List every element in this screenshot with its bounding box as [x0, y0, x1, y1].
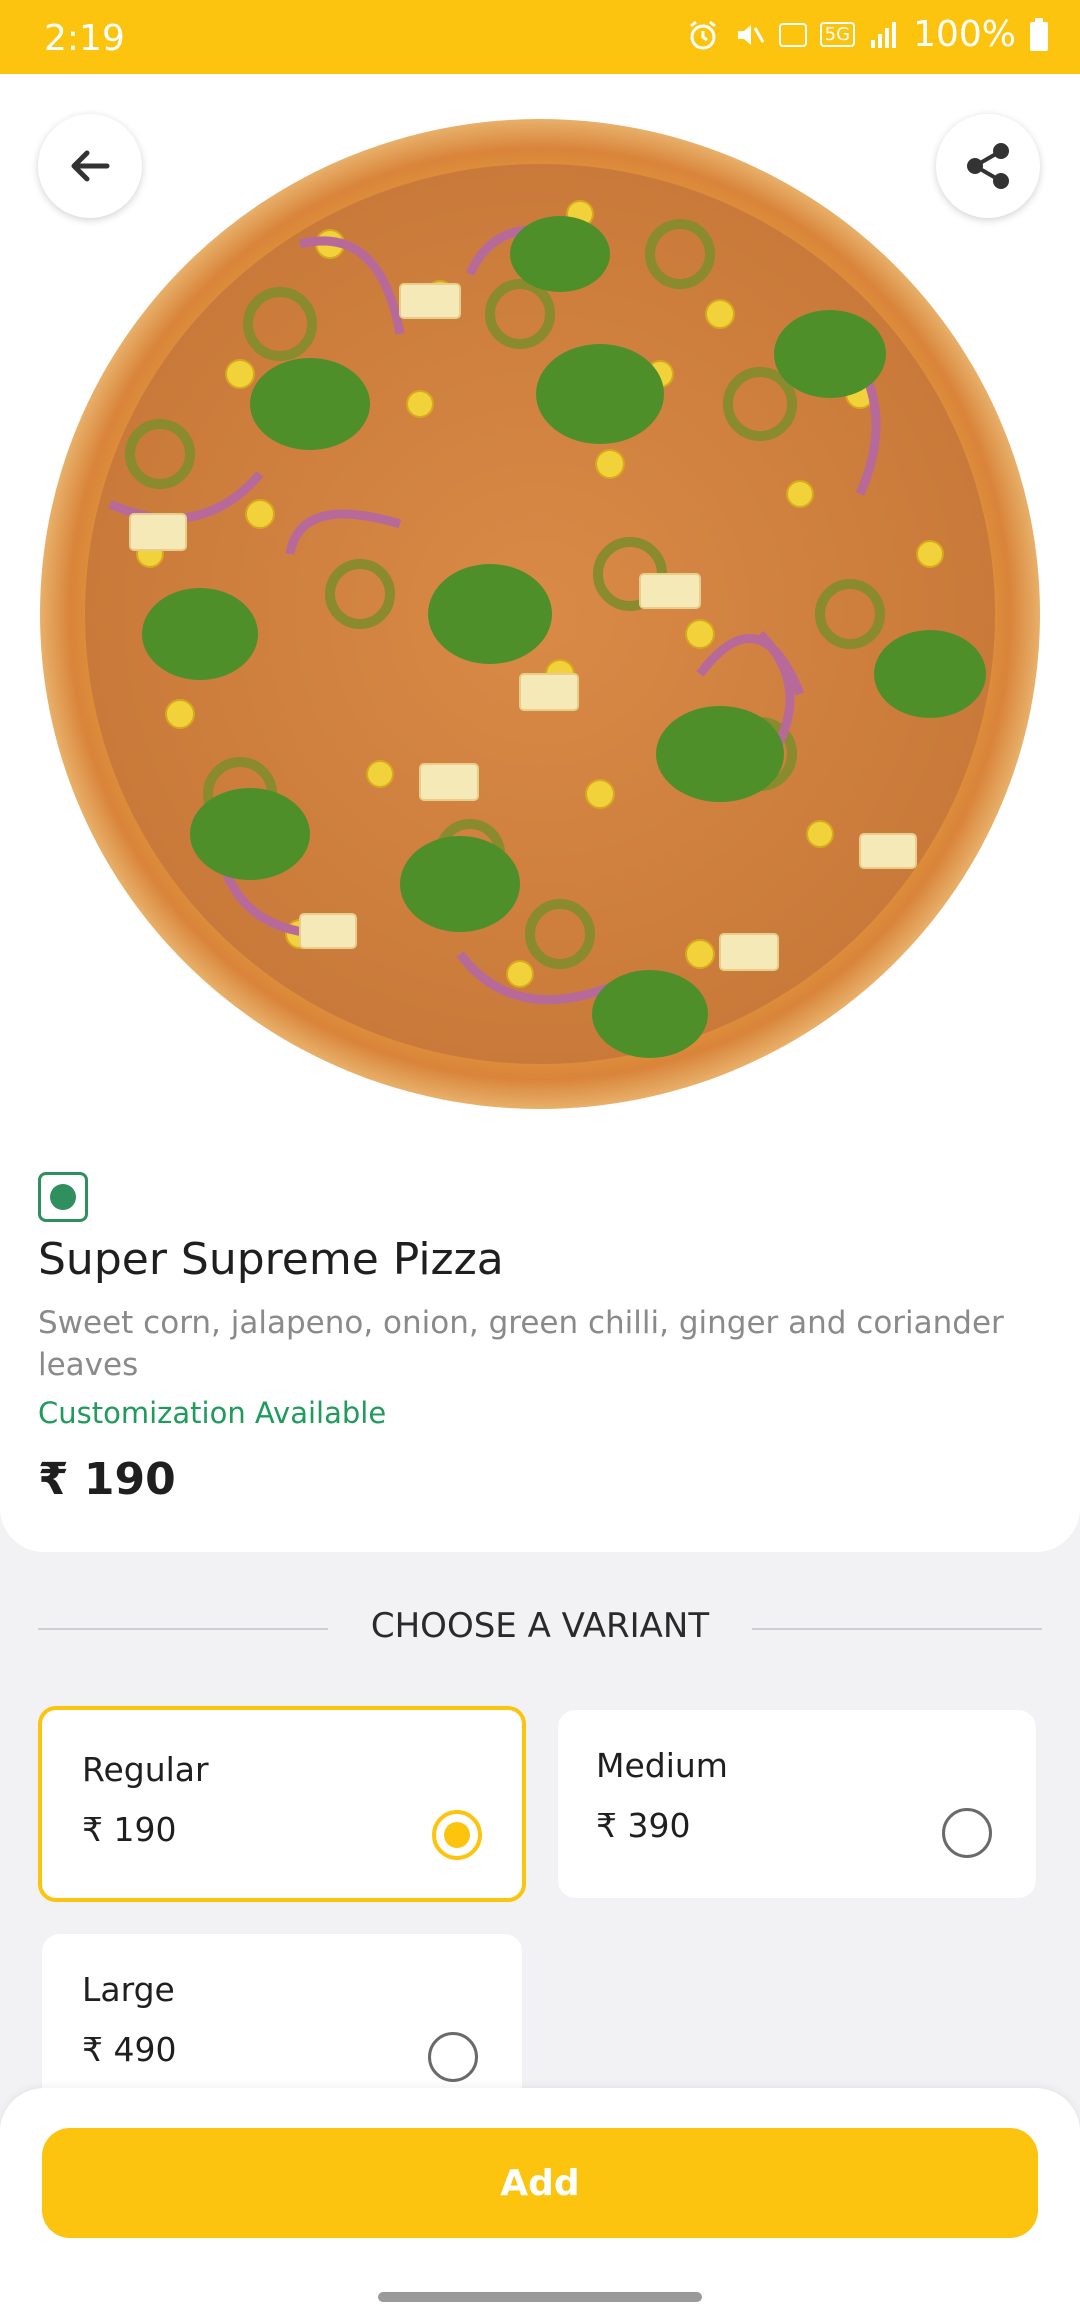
share-icon: [967, 143, 1009, 189]
product-price: ₹ 190: [38, 1454, 176, 1505]
variant-regular[interactable]: Regular ₹ 190: [38, 1706, 526, 1902]
arrow-left-icon: [71, 150, 110, 182]
pizza-image: [40, 119, 1040, 1109]
variant-radio-regular[interactable]: [432, 1810, 482, 1860]
home-indicator[interactable]: [378, 2292, 702, 2302]
signal-icon: [871, 21, 897, 48]
battery-icon: [1030, 17, 1048, 51]
status-bar: 2:19 5G 100%: [0, 0, 1080, 74]
variant-name: Medium: [596, 1746, 728, 1785]
status-time: 2:19: [44, 18, 125, 59]
product-title: Super Supreme Pizza: [38, 1234, 504, 1285]
battery-level: 100%: [913, 14, 1016, 55]
variant-section-title: CHOOSE A VARIANT: [370, 1606, 710, 1646]
product-description: Sweet corn, jalapeno, onion, green chill…: [38, 1305, 1004, 1383]
variant-radio-large[interactable]: [428, 2032, 478, 2082]
back-button[interactable]: [38, 114, 142, 218]
status-icons: 5G 100%: [686, 14, 1050, 55]
variant-price: ₹ 390: [596, 1806, 691, 1845]
variant-name: Regular: [82, 1750, 209, 1789]
divider-right: [752, 1628, 1042, 1630]
network-type: 5G: [819, 22, 856, 47]
share-button[interactable]: [936, 114, 1040, 218]
add-button[interactable]: Add: [42, 2128, 1038, 2238]
bottom-action-bar: Add: [0, 2088, 1080, 2316]
volte-icon: [778, 22, 807, 47]
product-card: Super Supreme Pizza Sweet corn, jalapeno…: [0, 74, 1080, 1552]
variant-price: ₹ 190: [82, 1810, 177, 1849]
veg-indicator-icon: [38, 1172, 88, 1222]
variant-price: ₹ 490: [82, 2030, 177, 2069]
variant-medium[interactable]: Medium ₹ 390: [558, 1710, 1036, 1898]
variant-name: Large: [82, 1970, 175, 2009]
customization-note: Customization Available: [38, 1396, 387, 1430]
mute-icon: [737, 24, 764, 45]
product-image: [0, 74, 1080, 1144]
alarm-icon: [689, 20, 716, 49]
variant-radio-medium[interactable]: [942, 1808, 992, 1858]
